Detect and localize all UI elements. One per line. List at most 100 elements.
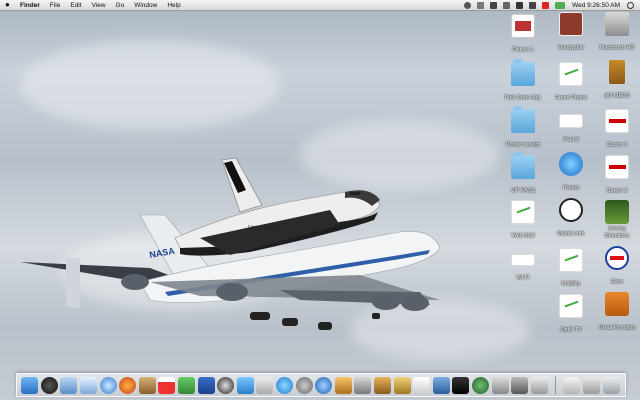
itunes-icon bbox=[559, 152, 583, 176]
folder-icon bbox=[511, 106, 535, 133]
photo-icon[interactable] bbox=[334, 376, 352, 394]
desktop-icon-itunes[interactable]: iTunes bbox=[545, 152, 597, 194]
desktop-icon-pink-card[interactable]: Pink Card~Adj. bbox=[497, 59, 549, 104]
itunes-icon[interactable] bbox=[217, 376, 235, 394]
menu-file[interactable]: File bbox=[45, 0, 65, 11]
desktop-icon-mobility[interactable]: Mobility bbox=[545, 248, 597, 290]
stack-icon[interactable] bbox=[563, 376, 581, 394]
tools-icon[interactable] bbox=[354, 376, 372, 394]
iphoto-icon[interactable] bbox=[236, 376, 254, 394]
desktop-icon-great-pumpkin[interactable]: Great Pumpkin bbox=[591, 292, 640, 334]
bluetooth-icon[interactable] bbox=[490, 1, 498, 9]
trash-icon[interactable] bbox=[602, 376, 620, 394]
app-icon-2[interactable] bbox=[393, 376, 411, 394]
guitar-icon[interactable] bbox=[373, 376, 391, 394]
desktop-icon-label: Wi Fi bbox=[516, 275, 530, 281]
telus-logo-icon bbox=[511, 254, 535, 266]
cards-icon[interactable] bbox=[413, 376, 431, 394]
desktop-icon-handyside[interactable]: Handyside bbox=[545, 12, 597, 54]
photo-icon bbox=[559, 12, 583, 36]
telus-logo-icon bbox=[559, 62, 583, 86]
status-area: Wed 9:26:50 AM bbox=[461, 0, 640, 11]
desktop-icon-label: iPad 2 bbox=[563, 137, 579, 143]
desktop-icon-macintosh-hd[interactable]: Macintosh HD bbox=[591, 12, 640, 54]
app-icon[interactable] bbox=[197, 376, 215, 394]
downloads-icon[interactable] bbox=[582, 376, 600, 394]
desktop-icon-picture-1[interactable]: Picture 1 bbox=[497, 14, 549, 56]
dock-divider bbox=[555, 376, 557, 394]
desktop-icon-ipad-2[interactable]: iPad 2 bbox=[545, 109, 597, 146]
desktop-icon-label: Home Phone bbox=[554, 95, 588, 101]
desktop-icon-label: Handyside bbox=[558, 45, 584, 51]
desktop-icon-label: Macintosh HD bbox=[599, 45, 635, 51]
desktop-icon-vip-pass[interactable]: VIP PASS bbox=[497, 152, 549, 197]
printer-icon[interactable] bbox=[530, 376, 548, 394]
battery-icon[interactable] bbox=[555, 1, 566, 9]
volume-icon[interactable] bbox=[529, 1, 537, 9]
menu-finder[interactable]: Finder bbox=[15, 0, 45, 11]
sync-icon[interactable] bbox=[464, 1, 472, 9]
desktop-icon-label: iTunes bbox=[562, 185, 580, 191]
desktop-icon-sjhl-meds[interactable]: sjhl MEDS bbox=[591, 60, 640, 102]
desktop-icon-esso[interactable]: Esso bbox=[591, 246, 640, 288]
blackberry-icon[interactable] bbox=[452, 376, 470, 394]
menu-clock[interactable]: Wed 9:26:50 AM bbox=[568, 0, 624, 11]
car-photo-icon bbox=[605, 200, 629, 224]
app-icon-4[interactable] bbox=[511, 376, 529, 394]
firefox-icon[interactable] bbox=[119, 376, 137, 394]
mazda-logo-icon bbox=[559, 198, 583, 222]
menu-window[interactable]: Window bbox=[129, 0, 162, 11]
sticky-icon[interactable] bbox=[178, 376, 196, 394]
desktop-icon-optik-tv[interactable]: Optik TV bbox=[545, 294, 597, 336]
app-icon-3[interactable] bbox=[491, 376, 509, 394]
desktop-icon-label: Driving Directions bbox=[604, 226, 630, 239]
desktop-icon-canon-2[interactable]: Canon 2 bbox=[591, 155, 640, 197]
desktop-icon-home-phone[interactable]: Home Phone bbox=[545, 62, 597, 104]
menu-view[interactable]: View bbox=[87, 0, 111, 11]
hard-drive-icon bbox=[605, 12, 629, 36]
globe-icon[interactable] bbox=[256, 376, 274, 394]
skype-icon[interactable] bbox=[276, 376, 294, 394]
google-earth-icon[interactable] bbox=[315, 376, 333, 394]
desktop-icon-primer-receipt[interactable]: Primer receipt bbox=[497, 106, 549, 151]
desktop-icon-canon-1[interactable]: Canon 1 bbox=[591, 109, 640, 151]
esso-logo-icon bbox=[605, 246, 629, 270]
document-icon bbox=[559, 114, 583, 128]
desktop-icon-label: Primer receipt bbox=[505, 142, 541, 148]
desktop-icon-label: Web Mail bbox=[511, 233, 535, 239]
canon-logo-icon bbox=[605, 155, 629, 179]
desktop-icon-label: sjhl MEDS bbox=[604, 93, 630, 99]
safari-icon[interactable] bbox=[99, 376, 117, 394]
ical-icon[interactable] bbox=[158, 376, 176, 394]
menu-edit[interactable]: Edit bbox=[65, 0, 86, 11]
clock-status-icon[interactable] bbox=[503, 1, 511, 9]
menu-go[interactable]: Go bbox=[111, 0, 130, 11]
desktop-icon-web-mail[interactable]: Web Mail bbox=[497, 200, 549, 242]
wifi-icon[interactable] bbox=[516, 1, 524, 9]
menu-help[interactable]: Help bbox=[162, 0, 185, 11]
desktop-icon-driving-directions[interactable]: Driving Directions bbox=[591, 200, 640, 242]
desktop-icon-label: Great Pumpkin bbox=[598, 325, 636, 331]
desktop-icon-label: Optik TV bbox=[560, 327, 582, 333]
finder-icon[interactable] bbox=[21, 376, 39, 394]
time-machine-status-icon[interactable] bbox=[477, 1, 485, 9]
apple-menu-icon[interactable]: ● bbox=[5, 0, 15, 10]
folder-icon bbox=[511, 152, 535, 179]
desktop-icon-label: VIP PASS bbox=[510, 188, 536, 194]
document-icon bbox=[511, 14, 535, 38]
flag-icon[interactable] bbox=[542, 1, 550, 9]
widget-icon[interactable] bbox=[432, 376, 450, 394]
address-book-icon[interactable] bbox=[138, 376, 156, 394]
system-prefs-icon[interactable] bbox=[295, 376, 313, 394]
desktop-icon-label: Pink Card~Adj. bbox=[504, 95, 542, 101]
dashboard-icon[interactable] bbox=[40, 376, 58, 394]
mail-icon[interactable] bbox=[80, 376, 98, 394]
time-machine-icon[interactable] bbox=[471, 376, 489, 394]
desktop-icon-mazda-info[interactable]: Mazda Info bbox=[545, 198, 597, 240]
telus-logo-icon bbox=[511, 200, 535, 224]
desktop-icons: Picture 1 Handyside Macintosh HD Pink Ca… bbox=[495, 12, 640, 342]
pill-bottle-icon bbox=[609, 60, 625, 84]
spotlight-icon[interactable] bbox=[627, 1, 634, 9]
preview-icon[interactable] bbox=[60, 376, 78, 394]
desktop-icon-wi-fi[interactable]: Wi Fi bbox=[497, 248, 549, 284]
